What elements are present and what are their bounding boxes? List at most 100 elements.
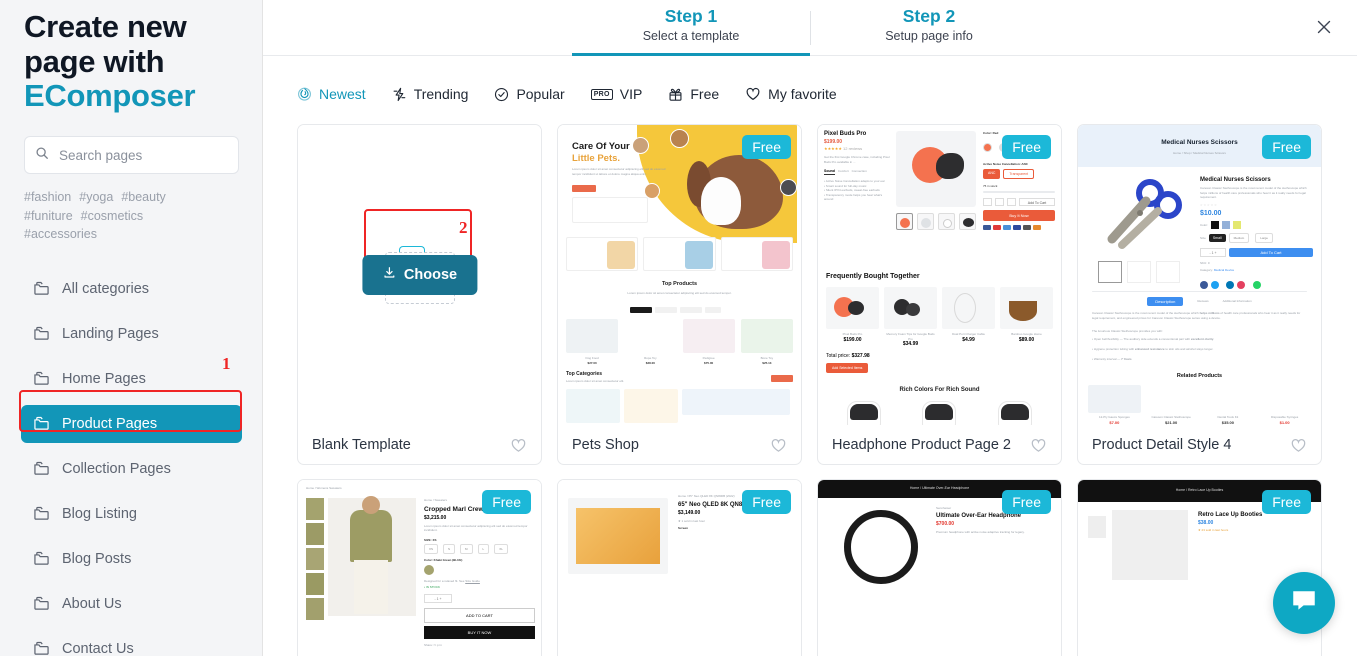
tab-my-favorite[interactable]: My favorite: [745, 86, 837, 102]
tab-label: Trending: [413, 86, 469, 102]
sidebar-item-label: All categories: [62, 280, 150, 297]
hp-product-name: Pixel Buds Pro: [824, 131, 867, 137]
steps-header: Step 1 Select a template Step 2 Setup pa…: [263, 0, 1357, 56]
search-input[interactable]: [57, 146, 228, 164]
template-card-sweater[interactable]: Free Home / Womens Sweaters Home / Sweat…: [297, 479, 542, 656]
sidebar-item-about-us[interactable]: About Us: [21, 585, 242, 623]
sc-color-label: Color:: [1200, 222, 1209, 227]
chat-bubble-icon: [1289, 586, 1319, 621]
template-card-pets-shop[interactable]: Free Care Of Your Little Pets. Lorem ips…: [557, 124, 802, 465]
tab-label: Free: [690, 86, 720, 102]
template-card-overear[interactable]: Free Home / Ultimate Over-Ear Headphone …: [817, 479, 1062, 656]
favorite-heart-icon[interactable]: [1290, 437, 1307, 454]
heart-icon: [745, 86, 761, 102]
search-icon: [35, 146, 49, 165]
tab-trending[interactable]: Trending: [392, 86, 469, 102]
template-name: Product Detail Style 4: [1092, 437, 1232, 453]
hp-section-fbt: Frequently Bought Together: [826, 273, 920, 280]
pets-section-products: Top Products: [661, 281, 698, 287]
title-line-1: Create new: [24, 9, 187, 44]
folder-icon: [33, 596, 50, 611]
sidebar-item-label: Home Pages: [62, 370, 146, 387]
tab-label: Newest: [319, 86, 366, 102]
search-box[interactable]: [24, 136, 239, 175]
template-name: Headphone Product Page 2: [832, 437, 1011, 453]
template-card-boots[interactable]: Free Home / Retro Lace Up Booties Retro …: [1077, 479, 1322, 656]
template-name: Blank Template: [312, 437, 411, 453]
sidebar: Create new page with EComposer #fashion#…: [0, 0, 269, 656]
category-nav: All categories Landing Pages Home Pages …: [0, 270, 263, 656]
tab-vip[interactable]: PRO VIP: [590, 86, 642, 102]
step-2[interactable]: Step 2 Setup page info: [810, 0, 1048, 55]
sidebar-item-blog-listing[interactable]: Blog Listing: [21, 495, 242, 533]
template-thumbnail: Free Home / 65" Neo QLED 8K QN800B (2022…: [558, 480, 801, 656]
title-line-2: page with: [24, 43, 165, 79]
tab-free[interactable]: Free: [668, 86, 719, 102]
tag-fashion[interactable]: #fashion: [24, 188, 71, 207]
tag-cosmetics[interactable]: #cosmetics: [81, 207, 144, 226]
sidebar-item-label: About Us: [62, 595, 122, 612]
template-thumbnail: Free Care Of Your Little Pets. Lorem ips…: [558, 125, 801, 425]
sidebar-item-label: Collection Pages: [62, 460, 171, 477]
favorite-heart-icon[interactable]: [510, 437, 527, 454]
step-1-number: Step 1: [664, 6, 718, 26]
template-card-tv[interactable]: Free Home / 65" Neo QLED 8K QN800B (2022…: [557, 479, 802, 656]
step-1[interactable]: Step 1 Select a template: [572, 0, 810, 56]
sidebar-item-landing-pages[interactable]: Landing Pages: [21, 315, 242, 353]
annotation-number-1: 1: [222, 353, 231, 373]
sidebar-item-label: Blog Posts: [62, 550, 132, 567]
template-meta: Blank Template: [298, 425, 541, 464]
create-page-modal: Create new page with EComposer #fashion#…: [0, 0, 1357, 656]
sc-price: $10.00: [1200, 210, 1222, 217]
sidebar-item-collection-pages[interactable]: Collection Pages: [21, 450, 242, 488]
favorite-heart-icon[interactable]: [770, 437, 787, 454]
sidebar-item-blog-posts[interactable]: Blog Posts: [21, 540, 242, 578]
sc-product-name: Medical Nurses Scissors: [1200, 177, 1271, 183]
template-thumbnail: Choose: [298, 125, 541, 425]
template-card-product-detail-style-4[interactable]: Free Medical Nurses Scissors Home / Shop…: [1077, 124, 1322, 465]
chat-widget-button[interactable]: [1273, 572, 1335, 634]
template-thumbnail: Free Pixel Buds Pro $199.00 ★★★★★ 12 rev…: [818, 125, 1061, 425]
free-badge: Free: [1002, 135, 1051, 159]
sidebar-item-product-pages[interactable]: Product Pages: [21, 404, 242, 443]
folder-icon: [33, 326, 50, 341]
pets-section-categories: Top Categories: [566, 371, 603, 377]
brand-name: EComposer: [24, 78, 196, 114]
choose-button-label: Choose: [403, 267, 458, 283]
template-name: Pets Shop: [572, 437, 639, 453]
sidebar-item-contact-us[interactable]: Contact Us: [21, 630, 242, 656]
template-meta: Headphone Product Page 2: [818, 425, 1061, 464]
template-thumbnail: Free Home / Ultimate Over-Ear Headphone …: [818, 480, 1061, 656]
pets-hero-title-1: Care Of Your: [572, 141, 630, 152]
template-card-headphone-product-page-2[interactable]: Free Pixel Buds Pro $199.00 ★★★★★ 12 rev…: [817, 124, 1062, 465]
gift-icon: [668, 87, 683, 102]
folder-icon: [33, 416, 50, 431]
sidebar-item-all-categories[interactable]: All categories: [21, 270, 242, 308]
free-badge: Free: [1262, 490, 1311, 514]
tag-accessories[interactable]: #accessories: [24, 225, 97, 244]
close-icon[interactable]: [1309, 12, 1339, 42]
fire-icon: [297, 87, 312, 102]
template-card-blank[interactable]: Choose Blank Template: [297, 124, 542, 465]
template-thumbnail: Free Home / Retro Lace Up Booties Retro …: [1078, 480, 1321, 656]
choose-button[interactable]: Choose: [361, 255, 478, 295]
page-title: Create new page with EComposer: [0, 0, 263, 114]
favorite-heart-icon[interactable]: [1030, 437, 1047, 454]
sidebar-item-home-pages[interactable]: Home Pages: [21, 360, 242, 398]
step-1-subtitle: Select a template: [642, 29, 740, 43]
tag-beauty[interactable]: #beauty: [121, 188, 165, 207]
free-badge: Free: [742, 490, 791, 514]
tag-funiture[interactable]: #funiture: [24, 207, 73, 226]
pets-price: $27.00: [587, 360, 597, 365]
template-meta: Product Detail Style 4: [1078, 425, 1321, 464]
download-icon: [382, 266, 396, 284]
sidebar-item-label: Product Pages: [62, 415, 158, 432]
free-badge: Free: [1262, 135, 1311, 159]
tab-newest[interactable]: Newest: [297, 86, 366, 102]
tag-list: #fashion #yoga #beauty #funiture #cosmetics#…: [24, 188, 224, 244]
tab-label: My favorite: [768, 86, 837, 102]
folder-icon: [33, 461, 50, 476]
free-badge: Free: [482, 490, 531, 514]
tab-popular[interactable]: Popular: [494, 86, 565, 102]
tag-yoga[interactable]: #yoga: [79, 188, 113, 207]
